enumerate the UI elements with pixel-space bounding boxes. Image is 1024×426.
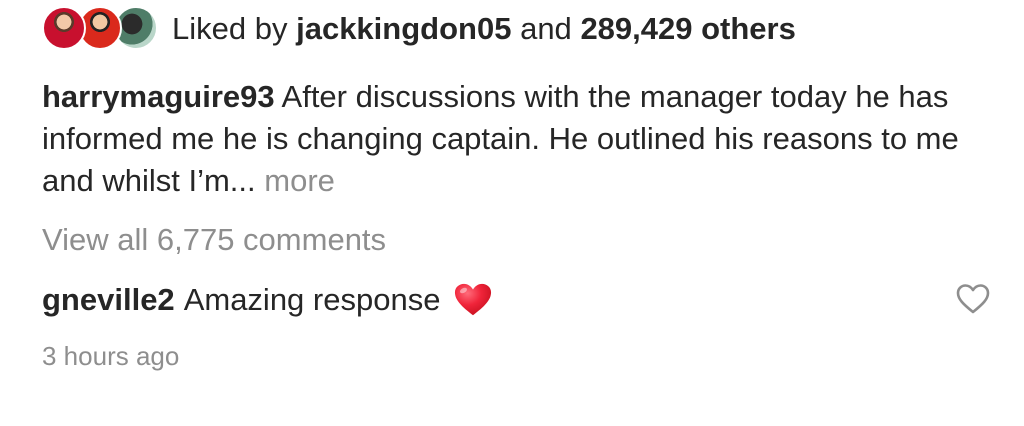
caption-username-link[interactable]: harrymaguire93 bbox=[42, 79, 275, 114]
comment-text: Amazing response bbox=[183, 282, 441, 317]
caption-more-link[interactable]: more bbox=[264, 163, 335, 198]
comment-item: gneville2 Amazing response bbox=[42, 278, 492, 322]
heart-outline-icon[interactable] bbox=[956, 283, 990, 315]
post-caption: harrymaguire93 After discussions with th… bbox=[42, 76, 972, 202]
liked-by-text: Liked by jackkingdon05 and 289,429 other… bbox=[172, 11, 796, 47]
liked-by-prefix: Liked by bbox=[172, 11, 288, 46]
liker-username-link[interactable]: jackkingdon05 bbox=[296, 11, 511, 46]
liker-avatars[interactable] bbox=[42, 6, 162, 52]
liked-by-connector: and bbox=[520, 11, 572, 46]
liked-by-row[interactable]: Liked by jackkingdon05 and 289,429 other… bbox=[42, 4, 796, 54]
comment-timestamp: 3 hours ago bbox=[42, 341, 180, 371]
avatar bbox=[42, 6, 86, 50]
view-all-comments-link[interactable]: View all 6,775 comments bbox=[42, 220, 386, 260]
comment-username-link[interactable]: gneville2 bbox=[42, 278, 175, 322]
likes-count-link[interactable]: 289,429 others bbox=[580, 11, 795, 46]
red-heart-emoji-icon bbox=[455, 283, 492, 316]
